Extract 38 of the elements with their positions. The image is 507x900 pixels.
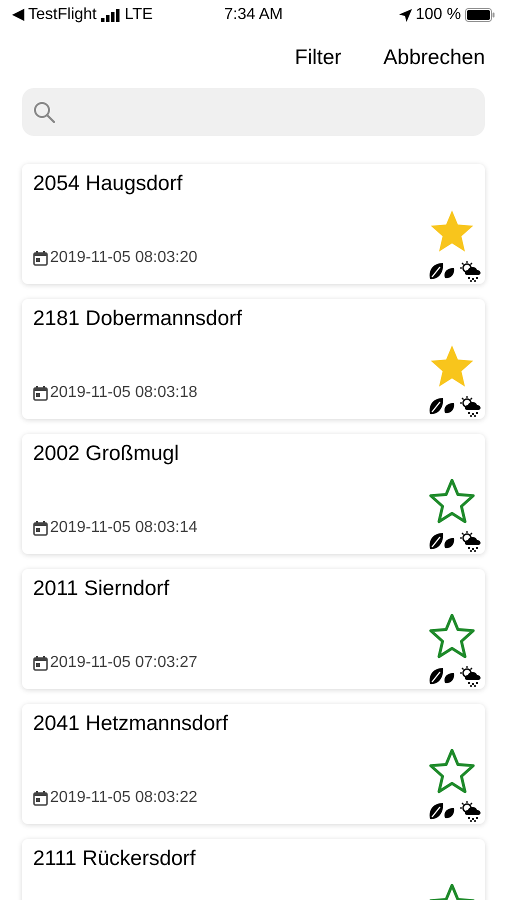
- leaves-icon: [428, 261, 456, 281]
- leaves-icon: [428, 396, 456, 416]
- calendar-icon: [33, 520, 48, 536]
- leaves-icon: [428, 666, 456, 686]
- station-title: 2002 Großmugl: [33, 441, 179, 467]
- station-title: 2011 Sierndorf: [33, 576, 170, 602]
- station-card[interactable]: 2002 Großmugl 2019-11-05 08:03:14: [22, 434, 485, 554]
- network-label: LTE: [124, 5, 153, 25]
- station-card[interactable]: 2054 Haugsdorf 2019-11-05 08:03:20: [22, 164, 485, 284]
- search-field[interactable]: [22, 88, 485, 136]
- timestamp: 2019-11-05 07:03:27: [50, 653, 198, 673]
- calendar-icon: [33, 656, 48, 670]
- signal-icon: [100, 8, 121, 22]
- battery-icon: [464, 8, 495, 22]
- calendar-icon: [33, 250, 48, 266]
- station-card[interactable]: 2011 Sierndorf 2019-11-05 07:03:27: [22, 569, 485, 689]
- station-title: 2111 Rückersdorf: [33, 846, 196, 872]
- location-arrow-icon: [398, 8, 412, 22]
- calendar-icon: [33, 386, 48, 400]
- timestamp: 2019-11-05 08:03:20: [50, 248, 198, 268]
- back-link[interactable]: ◀ TestFlight: [12, 3, 97, 27]
- station-title: 2054 Haugsdorf: [33, 171, 182, 197]
- battery-percent: 100 %: [416, 5, 461, 25]
- timestamp: 2019-11-05 08:03:14: [50, 518, 198, 538]
- station-title: 2041 Hetzmannsdorf: [33, 711, 228, 737]
- leaves-icon: [428, 801, 456, 821]
- leaves-icon: [428, 531, 456, 551]
- clock-time: 7:34 AM: [224, 5, 283, 25]
- nav-button[interactable]: Abbrechen: [383, 42, 485, 72]
- station-card[interactable]: 2041 Hetzmannsdorf 2019-11-05 08:03:22: [22, 704, 485, 824]
- timestamp: 2019-11-05 08:03:22: [50, 788, 198, 808]
- timestamp: 2019-11-05 08:03:18: [50, 383, 198, 403]
- nav-button[interactable]: Filter: [294, 42, 342, 72]
- station-card[interactable]: 2111 Rückersdorf: [22, 839, 485, 900]
- calendar-icon: [33, 790, 48, 806]
- station-title: 2181 Dobermannsdorf: [33, 306, 242, 332]
- station-card[interactable]: 2181 Dobermannsdorf 2019-11-05 08:03:18: [22, 299, 485, 419]
- search-icon: [32, 100, 56, 124]
